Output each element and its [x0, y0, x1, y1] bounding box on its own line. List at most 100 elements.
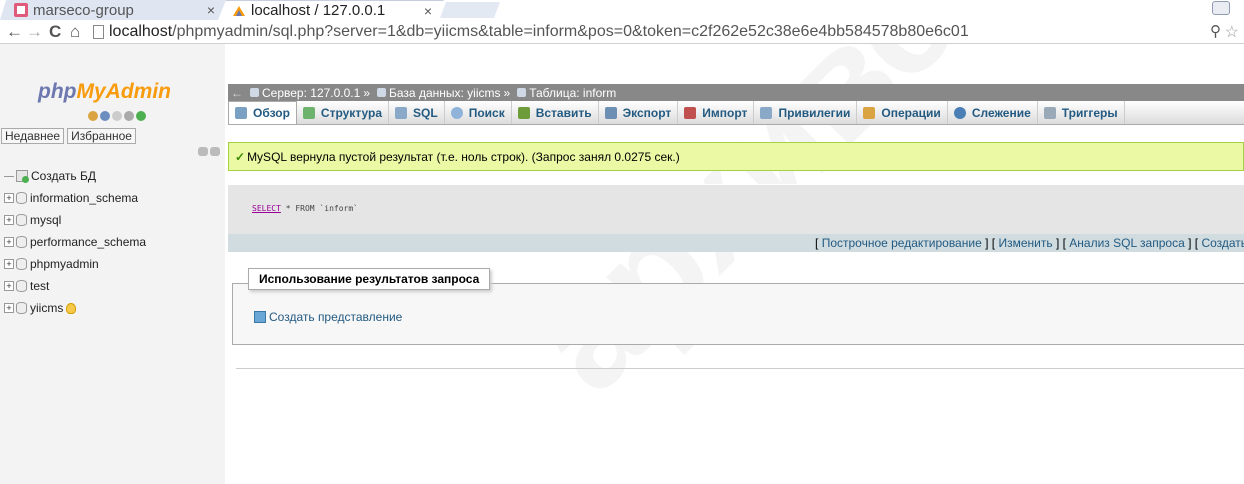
expand-icon[interactable]: +	[4, 215, 14, 225]
browser-toolbar: ← → C ⌂ localhost/phpmyadmin/sql.php?ser…	[0, 20, 1244, 44]
tree-item-label: yiicms	[30, 301, 64, 315]
tree-item-yiicms[interactable]: + yiicms	[4, 297, 224, 319]
tree-item-label: Создать БД	[31, 169, 96, 183]
tab-operations[interactable]: Операции	[857, 101, 948, 124]
table-tabs: Обзор Структура SQL Поиск Вставить Экспо…	[228, 101, 1244, 125]
logout-icon[interactable]	[100, 111, 110, 121]
expand-icon[interactable]: +	[4, 193, 14, 203]
home-icon[interactable]	[88, 111, 98, 121]
phpmyadmin-favicon-icon	[232, 4, 246, 18]
docs-icon[interactable]	[112, 111, 122, 121]
tree-item-mysql[interactable]: + mysql	[4, 209, 224, 231]
sql-icon	[395, 106, 408, 119]
privileges-icon	[760, 106, 773, 119]
tree-item-performance-schema[interactable]: + performance_schema	[4, 231, 224, 253]
tree-item-label: test	[30, 279, 50, 293]
expand-icon[interactable]: +	[4, 259, 14, 269]
tab-insert[interactable]: Вставить	[512, 101, 599, 124]
query-results-operations-legend: Использование результатов запроса	[248, 268, 491, 290]
database-tree: Создать БД + information_schema + mysql …	[4, 165, 224, 319]
collapse-panel-arrow-icon[interactable]: ←	[228, 86, 246, 100]
expand-icon[interactable]: +	[4, 281, 14, 291]
triggers-icon	[1043, 106, 1056, 119]
tree-item-label: mysql	[30, 213, 62, 227]
quick-links	[88, 111, 146, 121]
tracking-eye-icon	[953, 106, 966, 119]
breadcrumb-database[interactable]: База данных: yiicms	[373, 86, 501, 100]
create-database-item[interactable]: Создать БД	[4, 165, 224, 187]
reload-icon[interactable]: C	[49, 23, 61, 41]
tree-item-label: phpmyadmin	[30, 257, 99, 271]
create-php-code-link[interactable]: Создать PHP-код	[1201, 236, 1244, 250]
browser-tab-title: localhost / 127.0.0.1	[251, 2, 386, 19]
tree-item-phpmyadmin[interactable]: + phpmyadmin	[4, 253, 224, 275]
page-icon	[93, 25, 104, 39]
sql-query-text[interactable]: SELECT * FROM `inform`	[252, 204, 358, 213]
database-icon	[16, 280, 27, 292]
search-icon	[450, 106, 463, 119]
database-icon	[16, 236, 27, 248]
zoom-icon[interactable]: ⚲	[1210, 22, 1221, 40]
reload-nav-icon[interactable]	[136, 111, 146, 121]
database-icon	[16, 192, 27, 204]
browser-tab-phpmyadmin[interactable]: localhost / 127.0.0.1 ×	[218, 0, 444, 20]
explain-sql-link[interactable]: Анализ SQL запроса	[1069, 236, 1184, 250]
create-view-icon	[254, 311, 266, 323]
sql-query-box: SELECT * FROM `inform`	[228, 184, 1244, 234]
link-with-main-icon[interactable]	[210, 147, 220, 156]
import-icon	[684, 106, 697, 119]
expand-icon[interactable]: +	[4, 303, 14, 313]
breadcrumb-table[interactable]: Таблица: inform	[513, 86, 616, 100]
edit-link[interactable]: Изменить	[998, 236, 1052, 250]
tree-item-information-schema[interactable]: + information_schema	[4, 187, 224, 209]
create-view-link[interactable]: Создать представление	[254, 310, 402, 324]
recent-button[interactable]: Недавнее	[1, 128, 65, 144]
new-database-icon	[16, 170, 29, 183]
breadcrumb-server[interactable]: Сервер: 127.0.0.1	[246, 86, 360, 100]
close-tab-icon[interactable]: ×	[422, 3, 434, 19]
tab-privileges[interactable]: Привилегии	[754, 101, 858, 124]
favorites-button[interactable]: Избранное	[67, 128, 136, 144]
tab-export[interactable]: Экспорт	[599, 101, 679, 124]
settings-gear-icon[interactable]	[124, 111, 134, 121]
insert-icon	[517, 106, 530, 119]
tab-triggers[interactable]: Триггеры	[1038, 101, 1125, 124]
success-message: ✓ MySQL вернула пустой результат (т.е. н…	[228, 142, 1244, 171]
phpmyadmin-logo[interactable]: phpMyAdmin	[38, 80, 171, 104]
table-icon	[517, 88, 527, 97]
window-user-icon[interactable]	[1212, 1, 1230, 15]
tab-import[interactable]: Импорт	[678, 101, 755, 124]
breadcrumb-separator: »	[363, 85, 371, 100]
address-bar[interactable]: localhost/phpmyadmin/sql.php?server=1&db…	[91, 22, 1241, 42]
bookmark-star-icon[interactable]: ☆	[1225, 22, 1239, 42]
recent-favorites: Недавнее Избранное	[1, 128, 136, 144]
browser-tab-title: marseco-group	[33, 1, 134, 19]
create-view-label: Создать представление	[269, 310, 403, 324]
tab-sql[interactable]: SQL	[389, 101, 445, 124]
url-text: localhost/phpmyadmin/sql.php?server=1&db…	[109, 23, 969, 40]
database-icon	[16, 214, 27, 226]
success-message-text: MySQL вернула пустой результат (т.е. нол…	[247, 149, 680, 164]
lightbulb-icon	[66, 302, 77, 314]
inline-edit-link[interactable]: Построчное редактирование	[822, 236, 982, 250]
tab-browse[interactable]: Обзор	[228, 101, 297, 124]
database-icon	[377, 88, 387, 97]
back-arrow-icon[interactable]: ←	[6, 23, 23, 41]
tab-tracking[interactable]: Слежение	[948, 101, 1038, 124]
tab-structure[interactable]: Структура	[297, 101, 390, 124]
tree-controls	[198, 147, 220, 156]
home-icon[interactable]: ⌂	[70, 23, 80, 41]
expand-icon[interactable]: +	[4, 237, 14, 247]
browser-tab-marseco[interactable]: marseco-group ×	[0, 0, 227, 20]
tab-search[interactable]: Поиск	[445, 101, 512, 124]
tree-item-test[interactable]: + test	[4, 275, 224, 297]
close-tab-icon[interactable]: ×	[205, 2, 217, 18]
structure-icon	[302, 106, 315, 119]
new-tab-button[interactable]	[440, 2, 500, 18]
forward-arrow-icon[interactable]: →	[26, 23, 43, 41]
tree-item-label: information_schema	[30, 191, 139, 205]
marseco-favicon-icon	[14, 3, 28, 17]
collapse-all-icon[interactable]	[198, 147, 208, 156]
success-check-icon: ✓	[235, 149, 246, 164]
operations-wrench-icon	[863, 106, 876, 119]
